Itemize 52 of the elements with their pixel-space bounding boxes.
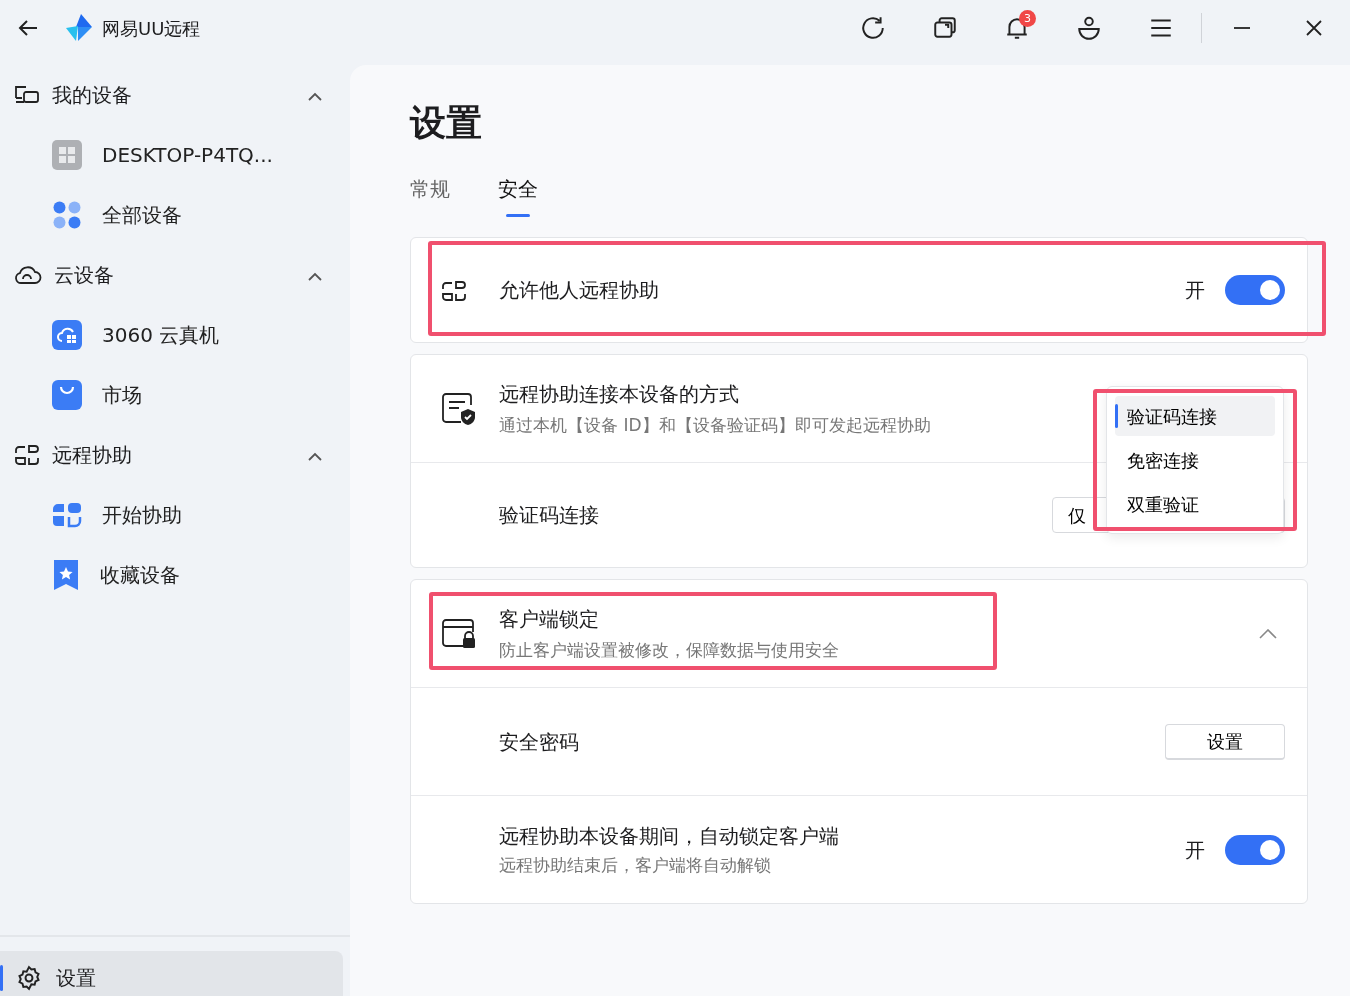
chevron-icon[interactable] (1259, 629, 1277, 639)
sidebar-item[interactable]: 全部设备 (0, 185, 350, 245)
app-title: 网易UU远程 (102, 16, 201, 41)
sidebar-group-header[interactable]: 远程协助 (0, 425, 350, 485)
dropdown-option[interactable]: 双重验证 (1115, 484, 1275, 524)
toggle-switch[interactable] (1225, 275, 1285, 305)
settings-icon (16, 965, 42, 991)
logo-icon (64, 14, 94, 42)
user-icon[interactable] (1076, 15, 1102, 41)
setting-label: 验证码连接 (499, 502, 599, 529)
devices-icon (14, 84, 40, 106)
sidebar-group-header[interactable]: 云设备 (0, 245, 350, 305)
sidebar-item[interactable]: 3060 云真机 (0, 305, 350, 365)
windows-icon (52, 140, 82, 170)
document-shield-icon (441, 391, 477, 426)
setting-title: 客户端锁定 (499, 605, 600, 633)
setting-description: 防止客户端设置被修改，保障数据与使用安全 (499, 638, 839, 662)
sidebar-item[interactable]: 收藏设备 (0, 545, 350, 605)
setting-label: 安全密码 (499, 728, 579, 756)
sidebar-group-header[interactable]: 我的设备 (0, 65, 350, 125)
setting-label: 远程协助本设备期间，自动锁定客户端 (499, 822, 839, 850)
assist-icon (441, 279, 467, 302)
toggle-state-label: 开 (1185, 277, 1205, 304)
dots-icon (52, 200, 82, 230)
set-button[interactable]: 设置 (1165, 723, 1285, 760)
bookmark-star-icon (52, 560, 80, 590)
cloud-icon (14, 264, 42, 286)
sidebar-item[interactable]: DESKTOP-P4TQ... (0, 125, 350, 185)
shopping-bag-icon (52, 380, 82, 410)
tab[interactable]: 常规 (410, 173, 450, 217)
dropdown-option[interactable]: 免密连接 (1115, 440, 1275, 480)
tab[interactable]: 安全 (498, 173, 538, 217)
setting-description: 远程协助结束后，客户端将自动解锁 (499, 853, 772, 877)
sidebar-item[interactable]: 市场 (0, 365, 350, 425)
toggle-switch[interactable] (1225, 834, 1285, 865)
setting-title: 允许他人远程协助 (499, 277, 659, 304)
bell-icon[interactable] (1004, 15, 1030, 41)
setting-description: 通过本机【设备 ID】和【设备验证码】即可发起远程协助 (499, 413, 931, 437)
cloud-computer-icon (52, 320, 82, 350)
notification-badge: 3 (1019, 10, 1036, 27)
sidebar-item[interactable]: 开始协助 (0, 485, 350, 545)
windows-icon[interactable] (932, 15, 958, 41)
toggle-state-label: 开 (1185, 836, 1205, 864)
page-title: 设置 (410, 101, 483, 145)
window-lock-icon (441, 617, 477, 650)
refresh-icon[interactable] (860, 15, 886, 41)
dropdown-option[interactable]: 验证码连接 (1115, 396, 1275, 436)
assist-icon (14, 444, 40, 466)
close-icon[interactable] (1304, 18, 1324, 38)
setting-title: 远程协助连接本设备的方式 (499, 380, 740, 408)
assist-icon (52, 502, 82, 528)
settings-nav-item[interactable]: 设置 (0, 951, 343, 996)
